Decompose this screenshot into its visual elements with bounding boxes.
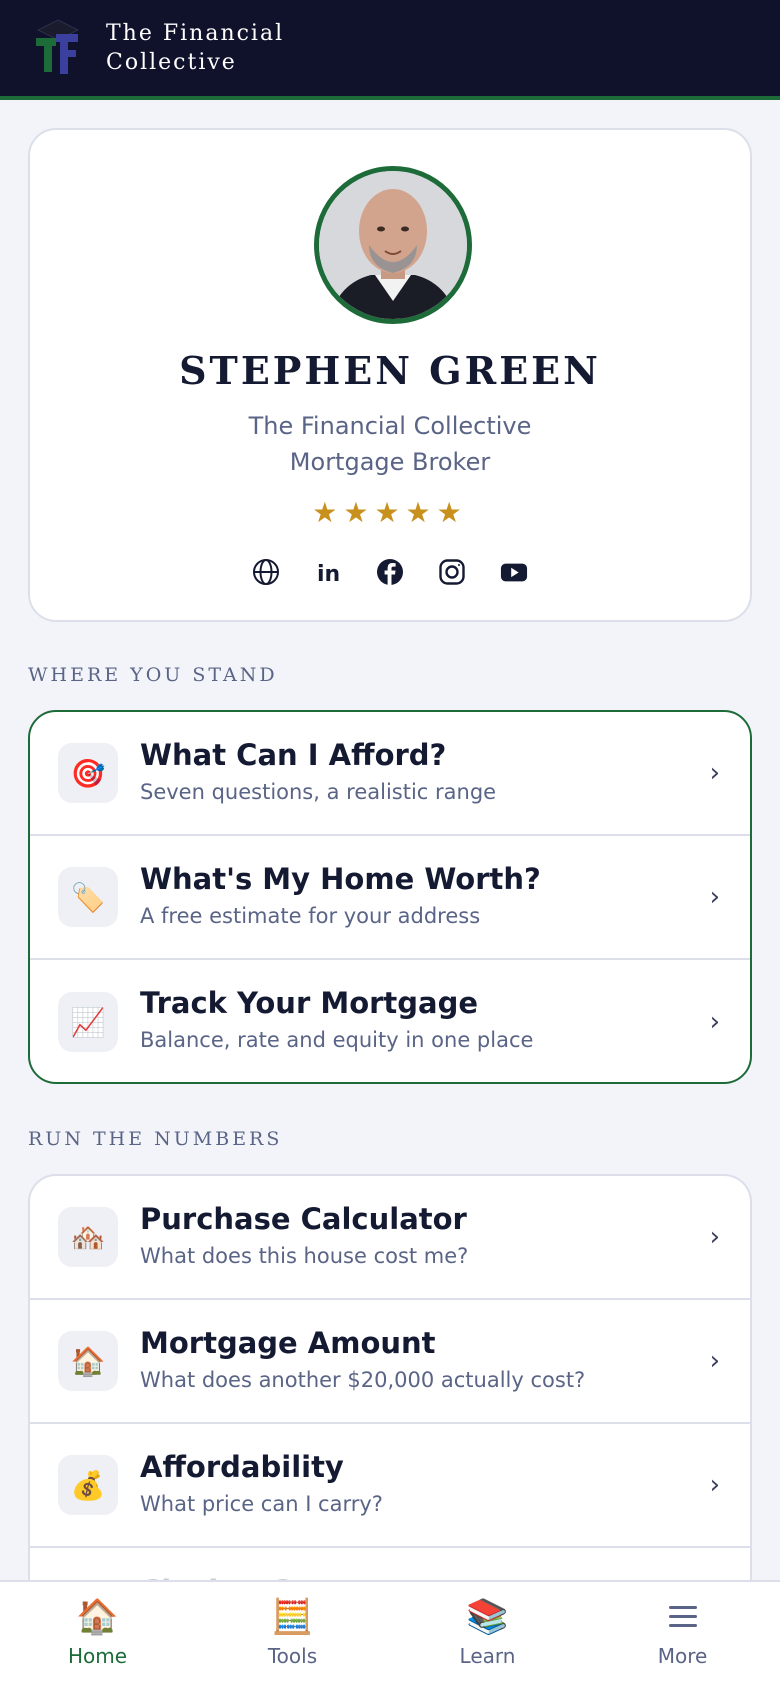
list-item-home-worth[interactable]: 🏷️ What's My Home Worth? A free estimate… [30, 836, 750, 960]
chevron-right-icon: › [709, 1346, 720, 1376]
list-item-desc: What does this house cost me? [140, 1244, 469, 1268]
books-icon: 📚 [466, 1597, 509, 1637]
list-item-afford[interactable]: 🎯 What Can I Afford? Seven questions, a … [30, 712, 750, 836]
globe-icon[interactable] [252, 558, 280, 586]
list-item-desc: Balance, rate and equity in one place [140, 1028, 534, 1052]
nav-home[interactable]: 🏠 Home [0, 1582, 195, 1688]
list-item-purchase-calculator[interactable]: 🏘️ Purchase Calculator What does this ho… [30, 1176, 750, 1300]
brand-logo-icon[interactable] [32, 16, 84, 80]
instagram-icon[interactable] [438, 558, 466, 586]
svg-text:in: in [317, 562, 340, 586]
facebook-icon[interactable] [376, 558, 404, 586]
section-run-the-numbers: RUN THE NUMBERS [28, 1128, 283, 1150]
target-icon: 🎯 [58, 743, 118, 803]
brand-line-1: The Financial [106, 21, 285, 46]
where-you-stand-list: 🎯 What Can I Afford? Seven questions, a … [28, 710, 752, 1084]
chevron-right-icon: › [709, 758, 720, 788]
list-item-title: What's My Home Worth? [140, 862, 541, 896]
broker-name: STEPHEN GREEN [179, 348, 601, 393]
list-item-desc: What does another $20,000 actually cost? [140, 1368, 586, 1392]
nav-label: Learn [459, 1644, 516, 1668]
list-item-title: Mortgage Amount [140, 1326, 436, 1360]
money-bag-icon: 💰 [58, 1455, 118, 1515]
nav-label: Home [67, 1644, 128, 1668]
list-item-track-mortgage[interactable]: 📈 Track Your Mortgage Balance, rate and … [30, 960, 750, 1082]
broker-profile-card: STEPHEN GREEN The Financial Collective M… [28, 128, 752, 622]
broker-photo-icon [319, 171, 467, 319]
list-item-desc: What price can I carry? [140, 1492, 383, 1516]
section-where-you-stand: WHERE YOU STAND [28, 664, 278, 686]
social-links: in [30, 558, 750, 586]
house-icon: 🏠 [58, 1331, 118, 1391]
chevron-right-icon: › [709, 1007, 720, 1037]
price-tag-icon: 🏷️ [58, 867, 118, 927]
nav-label: Tools [267, 1644, 318, 1668]
abacus-icon: 🧮 [271, 1597, 314, 1637]
chevron-right-icon: › [709, 882, 720, 912]
star-rating: ★★★★★ [312, 496, 468, 529]
list-item-desc: A free estimate for your address [140, 904, 481, 928]
bottom-navigation: 🏠 Home 🧮 Tools 📚 Learn More [0, 1580, 780, 1688]
broker-company: The Financial Collective [248, 412, 532, 440]
app-header: The Financial Collective [0, 0, 780, 100]
brand-name: The Financial Collective [106, 19, 284, 77]
list-item-affordability[interactable]: 💰 Affordability What price can I carry? … [30, 1424, 750, 1548]
nav-more[interactable]: More [585, 1582, 780, 1688]
brand-line-2: Collective [106, 50, 237, 75]
hamburger-menu-icon [668, 1596, 697, 1638]
youtube-icon[interactable] [500, 558, 528, 586]
chart-up-icon: 📈 [58, 992, 118, 1052]
list-item-title: Track Your Mortgage [140, 986, 479, 1020]
run-the-numbers-list: 🏘️ Purchase Calculator What does this ho… [28, 1174, 752, 1594]
chevron-right-icon: › [709, 1222, 720, 1252]
nav-learn[interactable]: 📚 Learn [390, 1582, 585, 1688]
nav-label: More [657, 1644, 708, 1668]
houses-icon: 🏘️ [58, 1207, 118, 1267]
list-item-title: Affordability [140, 1450, 344, 1484]
avatar [314, 166, 472, 324]
home-icon: 🏠 [76, 1597, 119, 1637]
list-item-desc: Seven questions, a realistic range [140, 780, 497, 804]
list-item-mortgage-amount[interactable]: 🏠 Mortgage Amount What does another $20,… [30, 1300, 750, 1424]
chevron-right-icon: › [709, 1470, 720, 1500]
linkedin-icon[interactable]: in [314, 558, 342, 586]
list-item-title: Purchase Calculator [140, 1202, 467, 1236]
nav-tools[interactable]: 🧮 Tools [195, 1582, 390, 1688]
list-item-title: What Can I Afford? [140, 738, 447, 772]
broker-role: Mortgage Broker [289, 448, 491, 476]
